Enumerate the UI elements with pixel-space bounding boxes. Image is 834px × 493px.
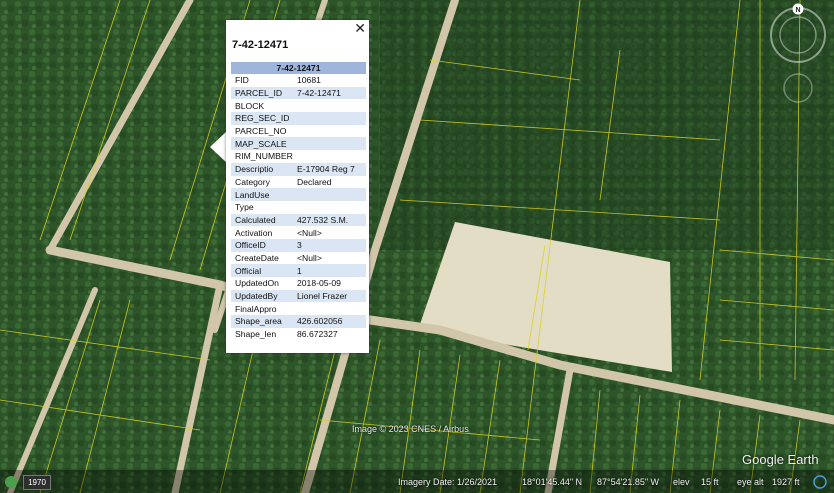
attribute-key: REG_SEC_ID (231, 112, 293, 125)
attribute-row: UpdatedBy Lionel Frazer (231, 289, 366, 303)
elev-label: elev (673, 477, 690, 487)
attribute-row: Shape_len 86.672327 (231, 327, 366, 341)
attribute-value: 427.532 S.M. (293, 213, 366, 227)
attribute-key: UpdatedBy (231, 289, 293, 303)
attribute-key: PARCEL_NO (231, 124, 293, 138)
attribute-table: 7-42-12471 FID 10681 PARCEL_ID 7-42-12471 BL… (231, 62, 366, 341)
feature-popup: ✕ 7-42-12471 7-42-12471 FID 10681 PARCEL_I… (226, 20, 369, 353)
eye-alt-value: 1927 ft (772, 477, 800, 487)
attribute-value: 426.602056 (293, 315, 366, 328)
attribute-key: Type (231, 200, 293, 214)
attribute-key: Descriptio (231, 162, 293, 176)
attribute-key: FinalAppro (231, 302, 293, 316)
attribute-value (293, 302, 366, 316)
attribute-key: Shape_area (231, 315, 293, 328)
google-earth-logo: Google Earth (742, 452, 819, 467)
attribute-value: 7-42-12471 (293, 86, 366, 100)
attribute-key: MAP_SCALE (231, 137, 293, 151)
attribute-value (293, 99, 366, 113)
attribute-value: 86.672327 (293, 327, 366, 341)
popup-title: 7-42-12471 (232, 39, 289, 51)
attribute-key: Calculated (231, 213, 293, 227)
attribute-row: PARCEL_ID 7-42-12471 (231, 86, 366, 100)
attribute-value: 1 (293, 264, 366, 277)
attribute-key: CreateDate (231, 251, 293, 265)
imagery-credit: Image © 2023 CNES / Airbus (352, 424, 469, 434)
attribute-key: Activation (231, 226, 293, 239)
attribute-key: OfficeID (231, 238, 293, 252)
attribute-value: Declared (293, 175, 366, 189)
attribute-row: CreateDate <Null> (231, 251, 366, 265)
attribute-row: Calculated 427.532 S.M. (231, 213, 366, 227)
attribute-row: Type (231, 200, 366, 214)
attribute-row: RIM_NUMBER (231, 150, 366, 163)
attribute-value: <Null> (293, 226, 366, 239)
attribute-value (293, 124, 366, 138)
popup-pointer (210, 131, 227, 163)
attribute-value: 2018-05-09 (293, 277, 366, 290)
north-label: N (795, 7, 800, 14)
imagery-date: Imagery Date: 1/26/2021 (398, 477, 498, 487)
attribute-value: <Null> (293, 251, 366, 265)
attribute-row: Category Declared (231, 175, 366, 189)
attribute-value: 3 (293, 238, 366, 252)
attribute-value (293, 137, 366, 151)
attribute-key: FID (231, 74, 293, 87)
attribute-row: LandUse (231, 188, 366, 201)
close-icon[interactable]: ✕ (354, 21, 366, 37)
attribute-value: E-17904 Reg 7 (293, 162, 366, 176)
attribute-row: REG_SEC_ID (231, 112, 366, 125)
attribute-value (293, 200, 366, 214)
satellite-map[interactable]: N (0, 0, 834, 493)
attribute-table-header: 7-42-12471 (231, 62, 366, 74)
attribute-key: Official (231, 264, 293, 277)
eye-alt-label: eye alt (737, 477, 764, 487)
attribute-row: BLOCK (231, 99, 366, 113)
attribute-row: Official 1 (231, 264, 366, 277)
attribute-key: LandUse (231, 188, 293, 201)
attribute-row: Descriptio E-17904 Reg 7 (231, 162, 366, 176)
attribute-value (293, 188, 366, 201)
attribute-value (293, 112, 366, 125)
attribute-value: 10681 (293, 74, 366, 87)
longitude-readout: 87°54'21.85" W (597, 477, 660, 487)
attribute-key: Category (231, 175, 293, 189)
attribute-row: UpdatedOn 2018-05-09 (231, 277, 366, 290)
attribute-key: PARCEL_ID (231, 86, 293, 100)
timeline-year[interactable]: 1970 (23, 475, 51, 490)
attribute-row: FID 10681 (231, 74, 366, 87)
latitude-readout: 18°01'45.44" N (522, 477, 583, 487)
historical-imagery-icon[interactable] (5, 476, 17, 488)
attribute-key: Shape_len (231, 327, 293, 341)
attribute-row: Shape_area 426.602056 (231, 315, 366, 328)
elev-value: 15 ft (701, 477, 719, 487)
attribute-value (293, 150, 366, 163)
attribute-value: Lionel Frazer (293, 289, 366, 303)
attribute-key: BLOCK (231, 99, 293, 113)
attribute-row: MAP_SCALE (231, 137, 366, 151)
attribute-row: OfficeID 3 (231, 238, 366, 252)
attribute-row: Activation <Null> (231, 226, 366, 239)
attribute-row: FinalAppro (231, 302, 366, 316)
attribute-row: PARCEL_NO (231, 124, 366, 138)
attribute-key: UpdatedOn (231, 277, 293, 290)
attribute-key: RIM_NUMBER (231, 150, 293, 163)
